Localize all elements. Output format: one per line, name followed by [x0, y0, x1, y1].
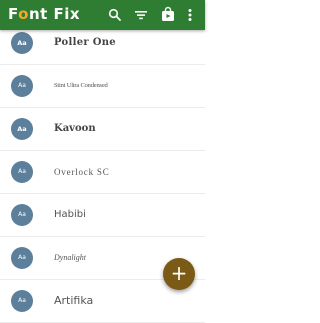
- font-name: Overlock SC: [54, 167, 110, 177]
- app-title-part: nt Fix: [28, 5, 81, 23]
- list-item[interactable]: Aa Stint Ultra Condensed: [0, 65, 205, 108]
- app-title-part: o: [18, 5, 29, 23]
- list-item[interactable]: Aa Habibi: [0, 194, 205, 237]
- store-icon[interactable]: [159, 6, 177, 24]
- more-vert-icon[interactable]: [184, 6, 196, 24]
- font-avatar: Aa: [11, 161, 33, 183]
- app-title-part: F: [8, 5, 19, 23]
- filter-icon[interactable]: [132, 6, 150, 24]
- font-avatar: Aa: [11, 75, 33, 97]
- font-avatar: Aa: [11, 247, 33, 269]
- app-bar: Font Fix: [0, 0, 205, 30]
- search-icon[interactable]: [106, 6, 124, 24]
- font-avatar: Aa: [11, 118, 33, 140]
- list-item[interactable]: Aa Overlock SC: [0, 151, 205, 194]
- font-name: Habibi: [54, 209, 86, 220]
- font-avatar: Aa: [11, 290, 33, 312]
- font-avatar: Aa: [11, 32, 33, 54]
- font-avatar: Aa: [11, 204, 33, 226]
- add-button[interactable]: +: [163, 258, 195, 290]
- font-name: Kavoon: [54, 123, 96, 134]
- app-title: Font Fix: [8, 5, 80, 23]
- list-item[interactable]: Aa Kavoon: [0, 108, 205, 151]
- font-name: Stint Ultra Condensed: [54, 82, 108, 89]
- add-icon: +: [170, 261, 188, 285]
